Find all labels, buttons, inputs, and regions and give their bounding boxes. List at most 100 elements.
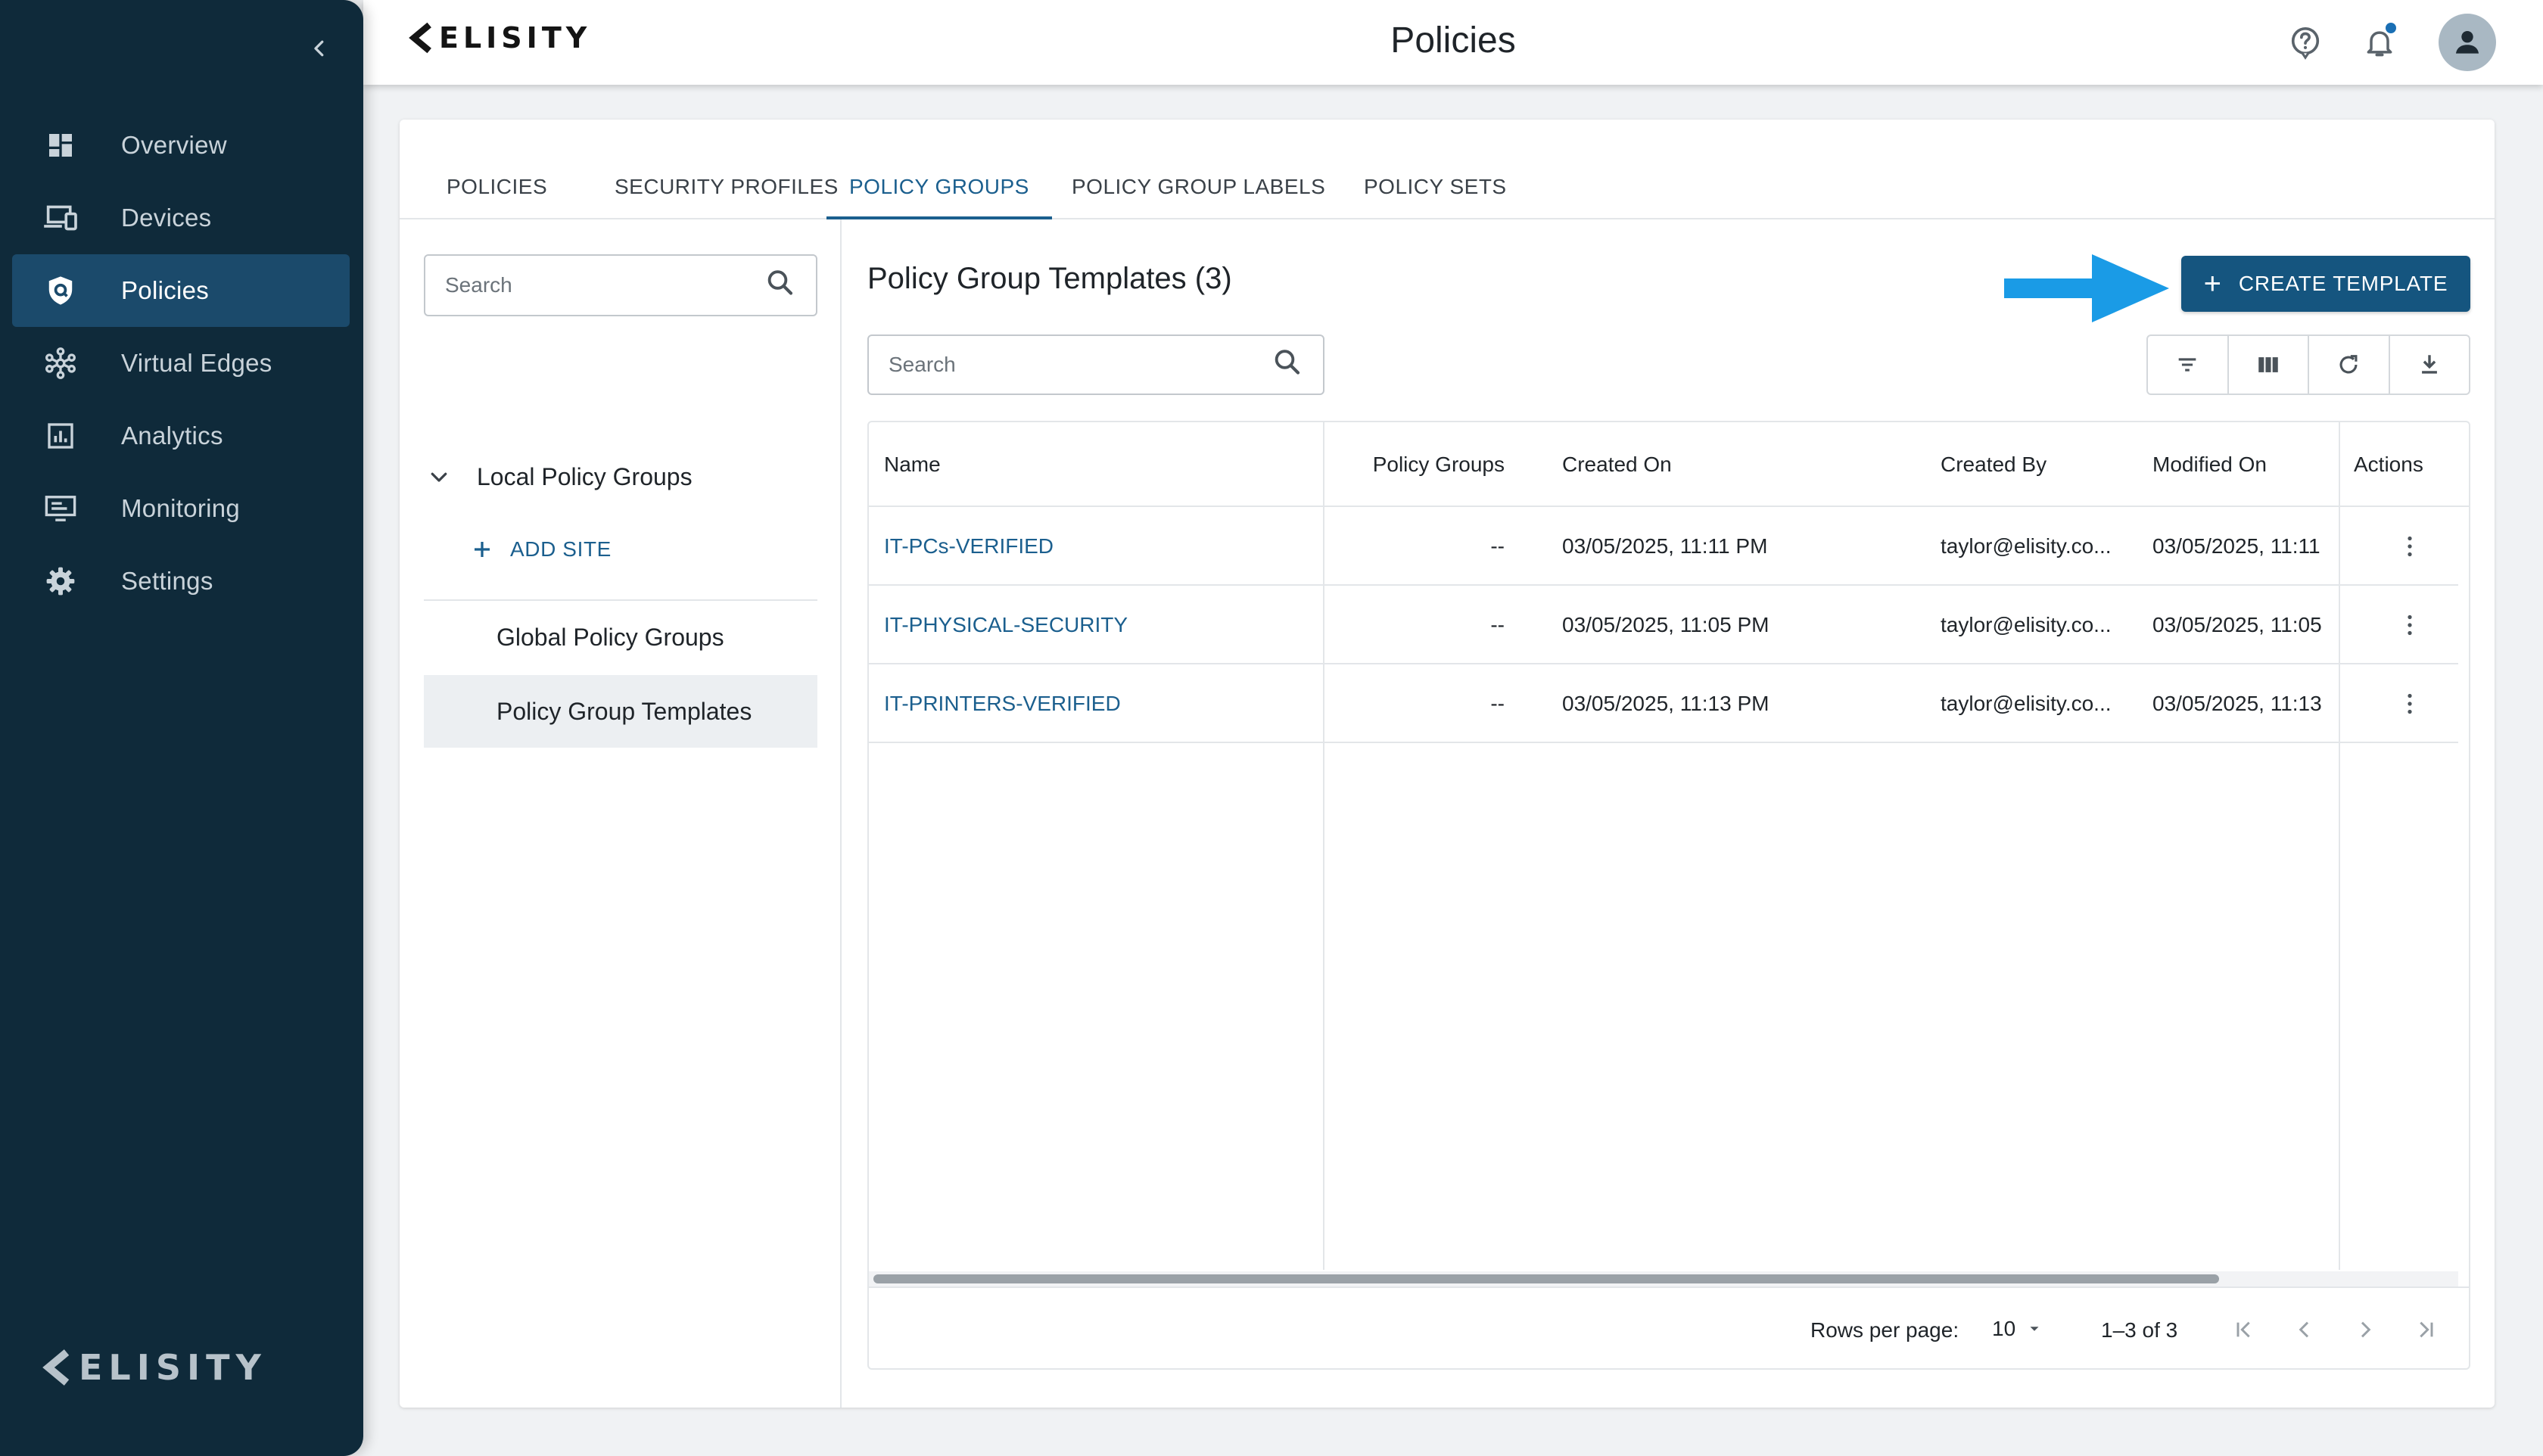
sidebar-nav: Overview Devices Policies Virtual Edges … bbox=[12, 109, 350, 618]
column-header-actions: Actions bbox=[2354, 453, 2423, 476]
columns-icon bbox=[2258, 357, 2278, 372]
modified-on-cell: 03/05/2025, 11:13 bbox=[2152, 692, 2322, 715]
templates-table: Name Policy Groups Created On Created By… bbox=[867, 421, 2470, 1370]
sidebar-logo: ELISITY bbox=[42, 1347, 267, 1388]
tree-item-label: Global Policy Groups bbox=[496, 623, 724, 651]
row-actions-button[interactable] bbox=[2395, 531, 2425, 562]
tab-security-profiles[interactable]: SECURITY PROFILES bbox=[592, 166, 861, 219]
sidebar-brand-name: ELISITY bbox=[79, 1347, 267, 1388]
created-by-cell: taylor@elisity.co... bbox=[1941, 613, 2112, 636]
template-name-link[interactable]: IT-PRINTERS-VERIFIED bbox=[884, 664, 1121, 743]
sidebar-item-settings[interactable]: Settings bbox=[12, 545, 350, 618]
avatar-icon bbox=[2455, 30, 2479, 54]
plus-icon: + bbox=[2203, 267, 2222, 300]
help-icon bbox=[2291, 26, 2320, 60]
rows-per-page-select[interactable]: 10 bbox=[1992, 1311, 2043, 1347]
chevron-left-icon bbox=[2299, 1321, 2309, 1338]
last-page-icon bbox=[2420, 1321, 2433, 1338]
sidebar-item-policies[interactable]: Policies bbox=[12, 254, 350, 327]
tree-local-policy-groups[interactable]: Local Policy Groups bbox=[424, 454, 817, 499]
tab-policy-groups[interactable]: POLICY GROUPS bbox=[826, 166, 1052, 219]
row-actions-button[interactable] bbox=[2395, 610, 2425, 640]
column-header-policy-groups[interactable]: Policy Groups bbox=[1323, 422, 1505, 507]
sidebar-item-monitoring[interactable]: Monitoring bbox=[12, 472, 350, 545]
policy-tabs: POLICIES SECURITY PROFILES POLICY GROUPS… bbox=[400, 120, 2495, 219]
sidebar-item-label: Settings bbox=[121, 567, 213, 595]
sidebar-item-label: Monitoring bbox=[121, 494, 241, 522]
tab-policies[interactable]: POLICIES bbox=[424, 166, 570, 219]
tree-item-policy-group-templates[interactable]: Policy Group Templates bbox=[424, 675, 817, 748]
monitor-icon bbox=[41, 489, 80, 528]
sidebar-item-devices[interactable]: Devices bbox=[12, 182, 350, 254]
table-row[interactable]: IT-PHYSICAL-SECURITY -- 03/05/2025, 11:0… bbox=[869, 586, 2458, 664]
previous-page-button[interactable] bbox=[2286, 1311, 2324, 1349]
add-site-button[interactable]: ADD SITE bbox=[471, 537, 612, 562]
tree-search-placeholder: Search bbox=[445, 273, 512, 297]
more-vertical-icon bbox=[2408, 536, 2412, 557]
rows-per-page-label: Rows per page: bbox=[1810, 1318, 1959, 1342]
column-header-created-on[interactable]: Created On bbox=[1562, 422, 1672, 507]
pagination-range: 1–3 of 3 bbox=[2101, 1318, 2178, 1342]
modified-on-cell: 03/05/2025, 11:05 bbox=[2152, 613, 2322, 636]
create-template-label: CREATE TEMPLATE bbox=[2238, 272, 2448, 295]
chevron-left-icon bbox=[314, 40, 324, 57]
sidebar-item-virtual-edges[interactable]: Virtual Edges bbox=[12, 327, 350, 400]
row-actions-button[interactable] bbox=[2395, 689, 2425, 719]
column-header-created-by[interactable]: Created By bbox=[1941, 422, 2047, 507]
sidebar-item-label: Overview bbox=[121, 131, 227, 159]
analytics-icon bbox=[41, 416, 80, 456]
scrollbar-thumb[interactable] bbox=[873, 1274, 2219, 1283]
table-header: Name Policy Groups Created On Created By… bbox=[869, 422, 2469, 507]
arrow-right-icon bbox=[2004, 254, 2169, 322]
filter-button[interactable] bbox=[2148, 336, 2229, 394]
policy-groups-cell: -- bbox=[1490, 534, 1505, 558]
table-row[interactable]: IT-PCs-VERIFIED -- 03/05/2025, 11:11 PM … bbox=[869, 507, 2458, 586]
sidebar-item-label: Policies bbox=[121, 276, 210, 304]
template-name-link[interactable]: IT-PCs-VERIFIED bbox=[884, 507, 1054, 586]
sidebar-collapse-button[interactable] bbox=[300, 29, 339, 68]
next-page-button[interactable] bbox=[2346, 1311, 2384, 1349]
policy-groups-cell: -- bbox=[1490, 613, 1505, 636]
sidebar-item-label: Devices bbox=[121, 204, 212, 232]
horizontal-scrollbar[interactable] bbox=[869, 1271, 2458, 1286]
templates-search-input[interactable]: Search bbox=[867, 334, 1324, 395]
caret-down-icon bbox=[2030, 1327, 2039, 1331]
chevron-right-icon bbox=[2361, 1321, 2371, 1338]
table-row[interactable]: IT-PRINTERS-VERIFIED -- 03/05/2025, 11:1… bbox=[869, 664, 2458, 743]
notifications-button[interactable] bbox=[2351, 14, 2408, 71]
policy-groups-cell: -- bbox=[1490, 692, 1505, 715]
sidebar-item-analytics[interactable]: Analytics bbox=[12, 400, 350, 472]
column-header-modified-on[interactable]: Modified On bbox=[2152, 422, 2267, 507]
tree-search-input[interactable]: Search bbox=[424, 254, 817, 316]
chevron-down-icon[interactable] bbox=[424, 465, 454, 488]
rows-per-page-value: 10 bbox=[1992, 1317, 2016, 1340]
top-bar: ELISITY Policies bbox=[363, 0, 2543, 85]
columns-button[interactable] bbox=[2229, 336, 2309, 394]
help-button[interactable] bbox=[2277, 14, 2334, 71]
modified-on-cell: 03/05/2025, 11:11 bbox=[2152, 534, 2320, 558]
sidebar: Overview Devices Policies Virtual Edges … bbox=[0, 0, 363, 1456]
refresh-button[interactable] bbox=[2309, 336, 2390, 394]
add-site-label: ADD SITE bbox=[510, 537, 612, 561]
tab-policy-group-labels[interactable]: POLICY GROUP LABELS bbox=[1049, 166, 1348, 219]
tree-root-label: Local Policy Groups bbox=[477, 462, 693, 490]
user-avatar[interactable] bbox=[2439, 14, 2496, 71]
search-icon bbox=[1272, 347, 1303, 384]
column-header-name[interactable]: Name bbox=[884, 422, 941, 507]
created-on-cell: 03/05/2025, 11:05 PM bbox=[1562, 613, 1770, 636]
tab-policy-sets[interactable]: POLICY SETS bbox=[1341, 166, 1530, 219]
tree-item-label: Policy Group Templates bbox=[496, 697, 752, 725]
template-name-link[interactable]: IT-PHYSICAL-SECURITY bbox=[884, 586, 1128, 664]
first-page-button[interactable] bbox=[2225, 1311, 2263, 1349]
download-button[interactable] bbox=[2390, 336, 2470, 394]
filter-icon bbox=[2178, 358, 2196, 372]
tree-item-global-policy-groups[interactable]: Global Policy Groups bbox=[424, 601, 817, 674]
sidebar-item-overview[interactable]: Overview bbox=[12, 109, 350, 182]
created-by-cell: taylor@elisity.co... bbox=[1941, 692, 2112, 715]
create-template-button[interactable]: + CREATE TEMPLATE bbox=[2181, 256, 2470, 312]
templates-panel: Policy Group Templates (3) + CREATE TEMP… bbox=[842, 219, 2495, 1408]
gear-icon bbox=[41, 562, 80, 601]
templates-search-placeholder: Search bbox=[889, 353, 956, 376]
last-page-button[interactable] bbox=[2407, 1311, 2445, 1349]
policy-group-tree: Search Local Policy Groups ADD SITE Glob… bbox=[400, 219, 842, 1408]
